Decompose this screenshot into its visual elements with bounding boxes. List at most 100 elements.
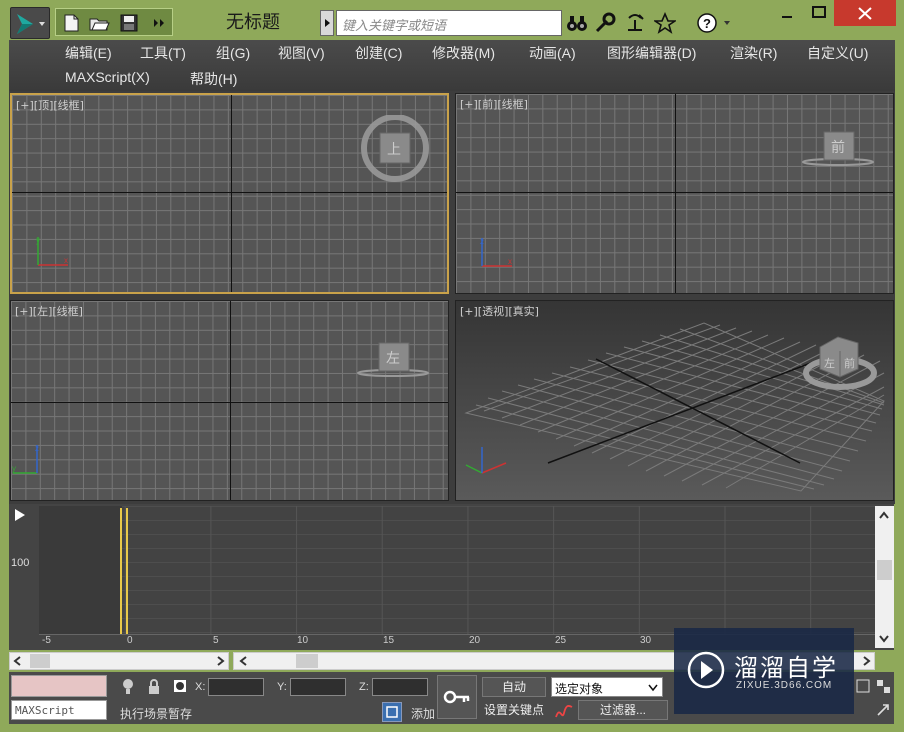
menu-bar: 编辑(E) 工具(T) 组(G) 视图(V) 创建(C) 修改器(M) 动画(A… <box>9 40 895 91</box>
track-region-before-start <box>39 506 122 634</box>
menu-rendering[interactable]: 渲染(R) <box>730 43 777 63</box>
viewport-left[interactable]: [+][左][线框] 左 zy <box>10 300 449 501</box>
wrench-icon[interactable] <box>594 12 616 34</box>
axis-tripod-icon: yx <box>34 233 74 272</box>
add-time-tag-button[interactable] <box>382 702 402 722</box>
viewport-label[interactable]: [+][左][线框] <box>15 303 83 319</box>
menu-views[interactable]: 视图(V) <box>278 43 325 63</box>
z-coordinate-field[interactable] <box>372 678 428 696</box>
communication-center-icon[interactable] <box>624 12 646 34</box>
3dsmax-logo-icon <box>17 14 45 34</box>
play-arrow-icon[interactable] <box>12 506 32 524</box>
watermark-brand: 溜溜自学 <box>734 655 838 682</box>
ruler-tick: 5 <box>213 635 219 646</box>
viewcube[interactable]: 左 <box>355 339 435 382</box>
application-menu-button[interactable] <box>10 7 50 39</box>
svg-text:y: y <box>12 464 16 473</box>
ruler-tick: 20 <box>469 635 481 646</box>
svg-text:左: 左 <box>824 357 835 370</box>
more-tools-icon[interactable] <box>148 12 170 34</box>
svg-text:z: z <box>35 444 39 453</box>
svg-text:前: 前 <box>831 139 845 156</box>
menu-customize[interactable]: 自定义(U) <box>807 43 868 63</box>
svg-text:y: y <box>36 236 40 245</box>
z-label: Z: <box>359 681 369 693</box>
menu-animation[interactable]: 动画(A) <box>529 43 576 63</box>
time-slider-marker[interactable] <box>120 508 122 648</box>
quick-access-toolbar <box>55 8 173 36</box>
viewport-label[interactable]: [+][顶][线框] <box>16 97 84 113</box>
svg-text:上: 上 <box>387 142 401 158</box>
lock-icon[interactable] <box>146 678 162 696</box>
search-input[interactable]: 键入关键字或短语 <box>336 10 562 36</box>
viewcube[interactable]: 前 <box>800 128 880 171</box>
track-list-scrollbar[interactable] <box>9 652 229 670</box>
x-coordinate-field[interactable] <box>208 678 264 696</box>
menu-tools[interactable]: 工具(T) <box>140 43 186 63</box>
set-key-button[interactable] <box>437 675 477 719</box>
maxscript-listener-pink[interactable] <box>11 675 107 697</box>
viewcube[interactable]: 上 <box>360 114 430 188</box>
key-filter-dropdown[interactable]: 选定对象 <box>551 677 663 697</box>
menu-maxscript[interactable]: MAXScript(X) <box>65 69 150 85</box>
viewport-label[interactable]: [+][前][线框] <box>460 96 528 112</box>
isolate-bulb-icon[interactable] <box>120 678 136 696</box>
menu-group[interactable]: 组(G) <box>216 43 250 63</box>
axis-tripod-icon: zy <box>11 441 51 480</box>
axis-tripod-icon <box>462 445 512 484</box>
grid-axis-vertical <box>675 94 676 293</box>
transform-mode-icon[interactable] <box>172 678 188 696</box>
save-file-icon[interactable] <box>118 12 140 34</box>
menu-help[interactable]: 帮助(H) <box>190 69 237 89</box>
minimize-button[interactable] <box>772 0 802 26</box>
svg-text:z: z <box>480 237 484 246</box>
ruler-tick: 10 <box>297 635 309 646</box>
menu-create[interactable]: 创建(C) <box>355 43 402 63</box>
ruler-tick: 15 <box>383 635 395 646</box>
key-curve-icon[interactable] <box>554 701 574 721</box>
grid-axis-vertical <box>231 95 232 292</box>
menu-edit[interactable]: 编辑(E) <box>65 43 112 63</box>
zoom-all-icon[interactable] <box>875 678 891 694</box>
viewcube[interactable]: 左 前 <box>802 331 878 396</box>
viewport-perspective[interactable]: [+][透视][真实] 左 前 <box>455 300 894 501</box>
time-slider-marker[interactable] <box>126 508 128 648</box>
new-file-icon[interactable] <box>60 12 82 34</box>
search-expand-button[interactable] <box>320 10 334 36</box>
timeline-left-gutter: 100 <box>9 504 39 650</box>
track-grid[interactable] <box>39 506 875 634</box>
svg-text:?: ? <box>703 16 711 31</box>
close-button[interactable] <box>834 0 896 26</box>
menu-graph-editors[interactable]: 图形编辑器(D) <box>607 43 696 63</box>
maximize-button[interactable] <box>804 0 834 26</box>
axis-tripod-icon: zx <box>478 234 518 273</box>
maximize-viewport-icon[interactable] <box>875 702 891 718</box>
title-bar: 无标题 键入关键字或短语 ? <box>0 0 904 40</box>
y-label: Y: <box>277 681 287 693</box>
menu-modifiers[interactable]: 修改器(M) <box>432 43 495 63</box>
auto-key-button[interactable]: 自动 <box>482 677 546 697</box>
key-filters-button[interactable]: 过滤器... <box>578 700 668 720</box>
svg-text:左: 左 <box>386 351 400 367</box>
y-coordinate-field[interactable] <box>290 678 346 696</box>
dropdown-value: 选定对象 <box>555 682 604 696</box>
chevron-down-icon <box>648 684 658 692</box>
help-button[interactable]: ? <box>696 12 740 34</box>
timeline-vertical-scrollbar[interactable] <box>875 506 894 648</box>
viewport-top[interactable]: [+][顶][线框] 上 yx <box>10 93 449 294</box>
zoom-extents-icon[interactable] <box>855 678 871 694</box>
watermark-overlay: 溜溜自学 ZIXUE.3D66.COM <box>674 628 854 714</box>
add-time-tag-label[interactable]: 添加 <box>411 705 435 722</box>
ruler-tick: 30 <box>640 635 652 646</box>
play-logo-icon <box>687 651 725 689</box>
favorites-star-icon[interactable] <box>652 11 678 34</box>
binoculars-icon[interactable] <box>566 12 588 34</box>
viewport-front[interactable]: [+][前][线框] 前 zx <box>455 93 894 294</box>
viewport-label[interactable]: [+][透视][真实] <box>460 303 539 319</box>
open-file-icon[interactable] <box>88 12 110 34</box>
grid-axis-horizontal <box>12 192 447 193</box>
status-message: 执行场景暂存 <box>120 707 193 721</box>
ruler-tick: -5 <box>42 635 51 646</box>
set-key-label[interactable]: 设置关键点 <box>482 700 546 720</box>
maxscript-input[interactable]: MAXScript <box>11 700 107 720</box>
